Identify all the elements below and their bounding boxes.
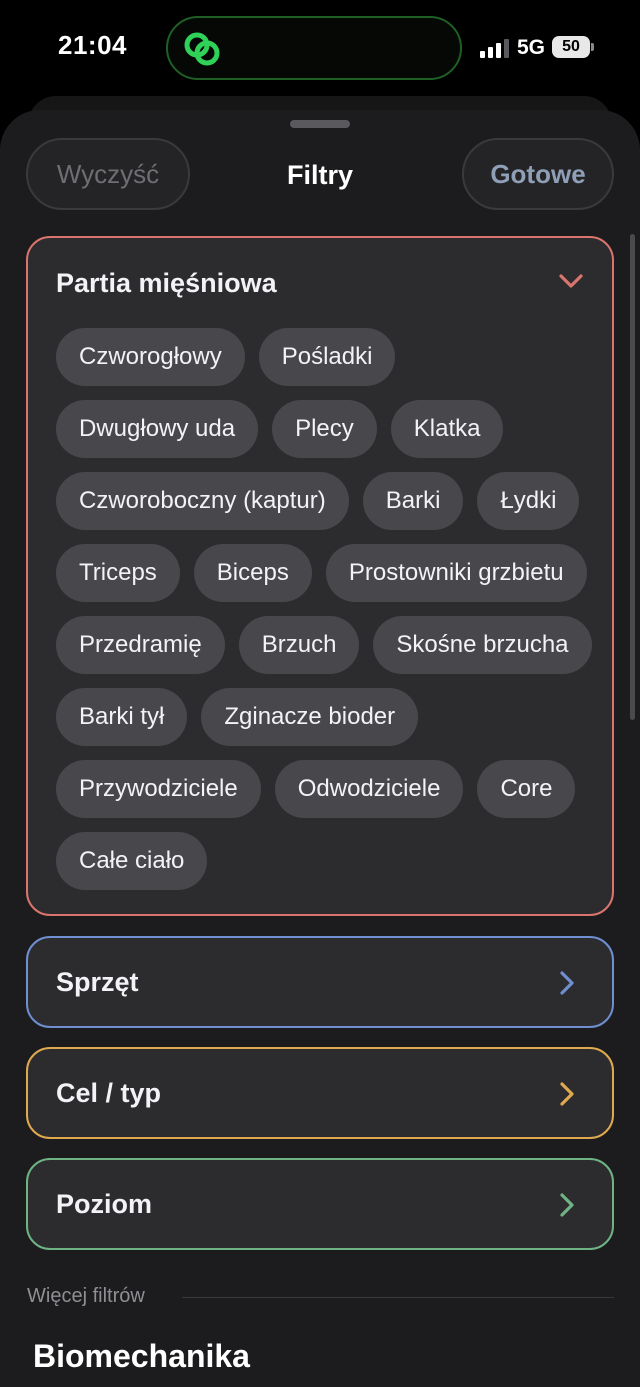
muscle-chip[interactable]: Core <box>477 760 576 818</box>
chevron-right-icon <box>560 1082 574 1106</box>
section-title-muscle[interactable]: Partia mięśniowa <box>56 268 277 299</box>
muscle-chip[interactable]: Biceps <box>193 544 312 602</box>
chevron-down-icon[interactable] <box>558 268 584 294</box>
status-bar: 21:04 5G 50 <box>0 0 640 96</box>
link-icon <box>184 32 220 66</box>
chevron-right-icon <box>560 971 574 995</box>
section-title-level: Poziom <box>56 1189 153 1219</box>
scroll-indicator[interactable] <box>630 234 635 720</box>
network-type: 5G <box>517 36 546 59</box>
muscle-chip[interactable]: Pośladki <box>258 328 396 386</box>
muscle-chip[interactable]: Czworoboczny (kaptur) <box>56 472 349 530</box>
section-title-goal: Cel / typ <box>56 1078 162 1108</box>
battery-icon: 50 <box>552 36 590 58</box>
status-time: 21:04 <box>58 30 127 60</box>
muscle-chip[interactable]: Czworogłowy <box>56 328 245 386</box>
sheet-grabber[interactable] <box>290 120 350 128</box>
dynamic-island[interactable] <box>166 16 462 80</box>
battery-tip <box>591 43 594 51</box>
filters-sheet: Wyczyść Filtry Gotowe Partia mięśniowa C… <box>0 110 640 1387</box>
muscle-chip[interactable]: Skośne brzucha <box>373 616 592 674</box>
section-goal-type[interactable]: Cel / typ <box>26 1047 614 1139</box>
muscle-chip[interactable]: Łydki <box>477 472 580 530</box>
section-title-equipment: Sprzęt <box>56 967 139 997</box>
section-level[interactable]: Poziom <box>26 1158 614 1250</box>
muscle-chip[interactable]: Prostowniki grzbietu <box>325 544 587 602</box>
muscle-chip[interactable]: Przywodziciele <box>56 760 261 818</box>
muscle-chip[interactable]: Całe ciało <box>56 832 208 890</box>
muscle-chip[interactable]: Barki <box>362 472 464 530</box>
cellular-signal-icon <box>480 39 509 58</box>
muscle-chip[interactable]: Plecy <box>272 400 377 458</box>
biomechanics-heading: Biomechanika <box>33 1338 250 1374</box>
muscle-chip[interactable]: Barki tył <box>56 688 188 746</box>
muscle-chip[interactable]: Klatka <box>390 400 504 458</box>
divider <box>182 1297 614 1298</box>
section-equipment[interactable]: Sprzęt <box>26 936 614 1028</box>
muscle-chip[interactable]: Zginacze bioder <box>201 688 419 746</box>
done-button[interactable]: Gotowe <box>462 138 614 210</box>
muscle-chip[interactable]: Dwugłowy uda <box>56 400 259 458</box>
muscle-chip[interactable]: Przedramię <box>56 616 225 674</box>
more-filters-label: Więcej filtrów <box>27 1285 145 1307</box>
section-muscle-group: Partia mięśniowa Czworogłowy Pośladki Dw… <box>26 236 614 916</box>
muscle-chip-list: Czworogłowy Pośladki Dwugłowy uda Plecy … <box>56 328 596 890</box>
chevron-right-icon <box>560 1193 574 1217</box>
muscle-chip[interactable]: Triceps <box>56 544 180 602</box>
muscle-chip[interactable]: Odwodziciele <box>274 760 464 818</box>
muscle-chip[interactable]: Brzuch <box>238 616 360 674</box>
